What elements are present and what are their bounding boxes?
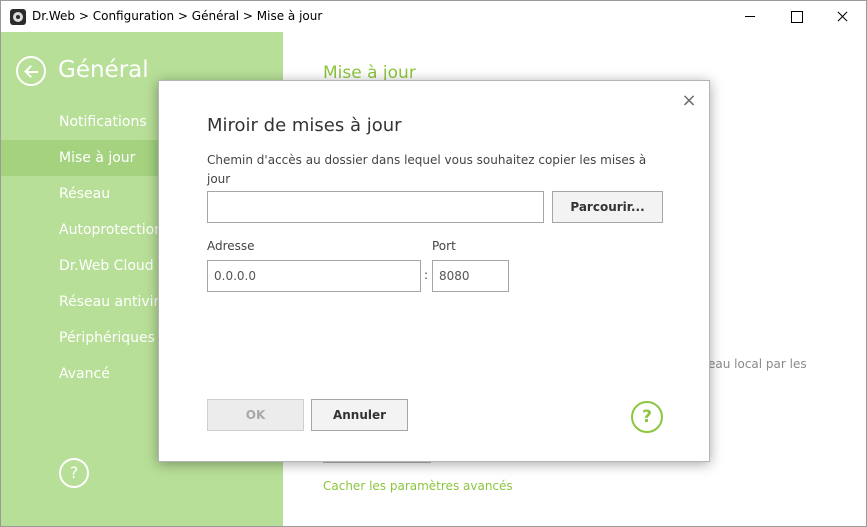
port-input[interactable] (432, 260, 509, 292)
app-window: Dr.Web > Configuration > Général > Mise … (0, 0, 867, 527)
maximize-button[interactable] (773, 1, 819, 32)
path-label: Chemin d'accès au dossier dans lequel vo… (207, 153, 647, 186)
sidebar-title: Général (58, 57, 149, 83)
close-window-button[interactable] (819, 1, 865, 32)
update-mirror-dialog: × Miroir de mises à jour Chemin d'accès … (158, 80, 710, 462)
cancel-button[interactable]: Annuler (311, 399, 408, 431)
ok-button[interactable]: OK (207, 399, 304, 431)
title-bar: Dr.Web > Configuration > Général > Mise … (1, 1, 866, 32)
minimize-button[interactable] (727, 1, 773, 32)
hide-advanced-settings-link[interactable]: Cacher les paramètres avancés (323, 479, 513, 493)
dialog-help-icon[interactable]: ? (631, 401, 663, 433)
dialog-title: Miroir de mises à jour (207, 115, 402, 136)
address-label: Adresse (207, 239, 255, 253)
window-title: Dr.Web > Configuration > Général > Mise … (32, 9, 323, 23)
address-input[interactable] (207, 260, 421, 292)
background-description-text: eau local par les (708, 357, 807, 371)
help-icon[interactable]: ? (59, 458, 89, 488)
drweb-app-icon (10, 9, 26, 25)
address-port-separator: : (424, 268, 429, 282)
back-arrow-icon[interactable] (16, 56, 46, 86)
browse-button[interactable]: Parcourir... (552, 191, 663, 223)
close-icon[interactable]: × (679, 91, 699, 111)
path-input[interactable] (207, 191, 544, 223)
port-label: Port (432, 239, 456, 253)
